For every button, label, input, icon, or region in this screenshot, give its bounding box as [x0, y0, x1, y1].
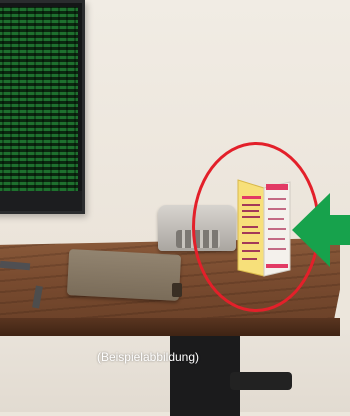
- image-caption: (Beispielabbildung): [96, 350, 200, 364]
- desk-edge: [0, 318, 340, 336]
- pointer-arrow-graphic: [292, 193, 350, 267]
- arrow-left-icon: [290, 185, 350, 275]
- product-scene: (Beispielabbildung): [0, 0, 350, 416]
- folder-strap: [172, 283, 182, 297]
- leather-folder: [66, 249, 182, 301]
- monitor-bezel: [0, 191, 82, 211]
- desk-foot: [230, 372, 292, 390]
- monitor: [0, 0, 85, 214]
- monitor-screen-code: [0, 7, 78, 191]
